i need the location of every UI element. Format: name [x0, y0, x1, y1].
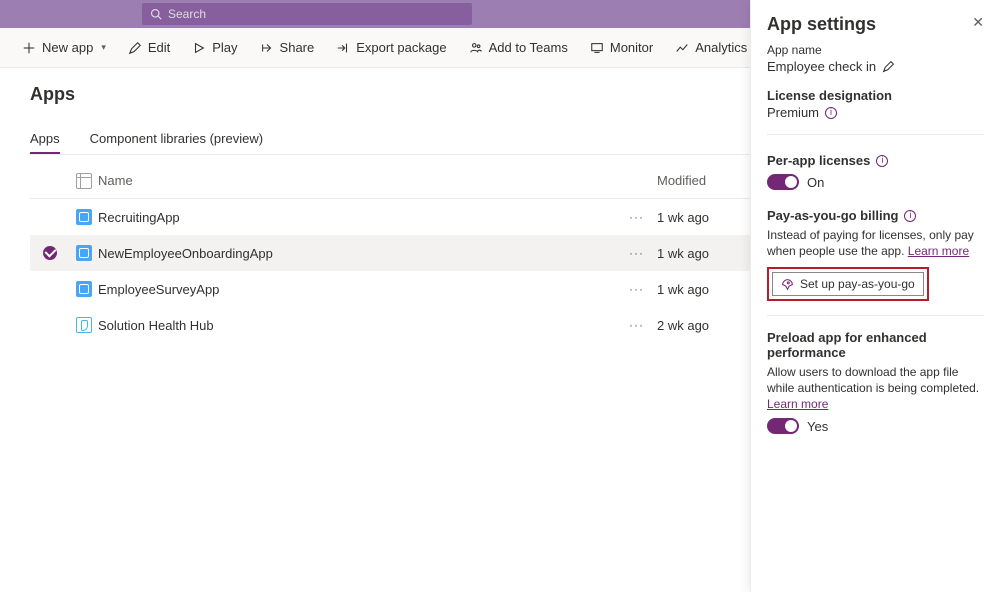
payg-description: Instead of paying for licenses, only pay… — [767, 227, 984, 259]
payg-highlight: Set up pay-as-you-go — [767, 267, 929, 301]
pencil-icon[interactable] — [882, 60, 895, 73]
model-app-icon — [76, 317, 92, 333]
app-name: NewEmployeeOnboardingApp — [98, 246, 629, 261]
row-more-button[interactable]: ··· — [629, 210, 657, 224]
license-value: Premium — [767, 105, 819, 120]
app-name: RecruitingApp — [98, 210, 629, 225]
payg-label: Pay-as-you-go billing — [767, 208, 898, 223]
app-name-label: App name — [767, 43, 984, 57]
edit-button[interactable]: Edit — [124, 36, 174, 59]
per-app-toggle[interactable] — [767, 174, 799, 190]
license-label: License designation — [767, 88, 984, 103]
share-button[interactable]: Share — [256, 36, 319, 59]
canvas-app-icon — [76, 281, 92, 297]
app-name: EmployeeSurveyApp — [98, 282, 629, 297]
search-icon — [150, 8, 162, 20]
setup-payg-button[interactable]: Set up pay-as-you-go — [772, 272, 924, 296]
export-icon — [336, 41, 350, 55]
monitor-button[interactable]: Monitor — [586, 36, 657, 59]
share-icon — [260, 41, 274, 55]
export-label: Export package — [356, 40, 446, 55]
tab-component-libraries[interactable]: Component libraries (preview) — [90, 125, 263, 154]
preload-toggle[interactable] — [767, 418, 799, 434]
per-app-label: Per-app licenses — [767, 153, 870, 168]
global-search[interactable] — [142, 3, 472, 25]
teams-label: Add to Teams — [489, 40, 568, 55]
play-icon — [192, 41, 206, 55]
selected-check-icon[interactable] — [43, 246, 57, 260]
row-more-button[interactable]: ··· — [629, 318, 657, 332]
new-app-button[interactable]: New app ▾ — [18, 36, 110, 59]
tab-apps[interactable]: Apps — [30, 125, 60, 154]
info-icon[interactable]: i — [904, 210, 916, 222]
app-name: Solution Health Hub — [98, 318, 629, 333]
pencil-icon — [128, 41, 142, 55]
play-label: Play — [212, 40, 237, 55]
monitor-icon — [590, 41, 604, 55]
play-button[interactable]: Play — [188, 36, 241, 59]
app-settings-panel: App settings ✕ App name Employee check i… — [750, 0, 1000, 592]
column-name[interactable]: Name — [98, 173, 629, 188]
panel-title: App settings — [767, 14, 876, 35]
export-button[interactable]: Export package — [332, 36, 450, 59]
rocket-icon — [781, 278, 794, 291]
search-input[interactable] — [168, 7, 464, 21]
add-to-teams-button[interactable]: Add to Teams — [465, 36, 572, 59]
chevron-down-icon: ▾ — [101, 42, 106, 53]
new-app-label: New app — [42, 40, 93, 55]
row-more-button[interactable]: ··· — [629, 282, 657, 296]
close-icon[interactable]: ✕ — [972, 14, 984, 31]
monitor-label: Monitor — [610, 40, 653, 55]
payg-button-label: Set up pay-as-you-go — [800, 277, 915, 291]
teams-icon — [469, 41, 483, 55]
preload-description: Allow users to download the app file whi… — [767, 364, 984, 412]
info-icon[interactable]: i — [876, 155, 888, 167]
row-more-button[interactable]: ··· — [629, 246, 657, 260]
plus-icon — [22, 41, 36, 55]
per-app-value: On — [807, 175, 824, 190]
edit-label: Edit — [148, 40, 170, 55]
canvas-app-icon — [76, 245, 92, 261]
app-name-value: Employee check in — [767, 59, 876, 74]
share-label: Share — [280, 40, 315, 55]
preload-label: Preload app for enhanced performance — [767, 330, 984, 360]
preload-value: Yes — [807, 419, 828, 434]
learn-more-link[interactable]: Learn more — [767, 397, 828, 411]
canvas-app-icon — [76, 209, 92, 225]
info-icon[interactable]: i — [825, 107, 837, 119]
learn-more-link[interactable]: Learn more — [908, 244, 969, 258]
analytics-icon — [675, 41, 689, 55]
layout-icon — [76, 173, 92, 189]
